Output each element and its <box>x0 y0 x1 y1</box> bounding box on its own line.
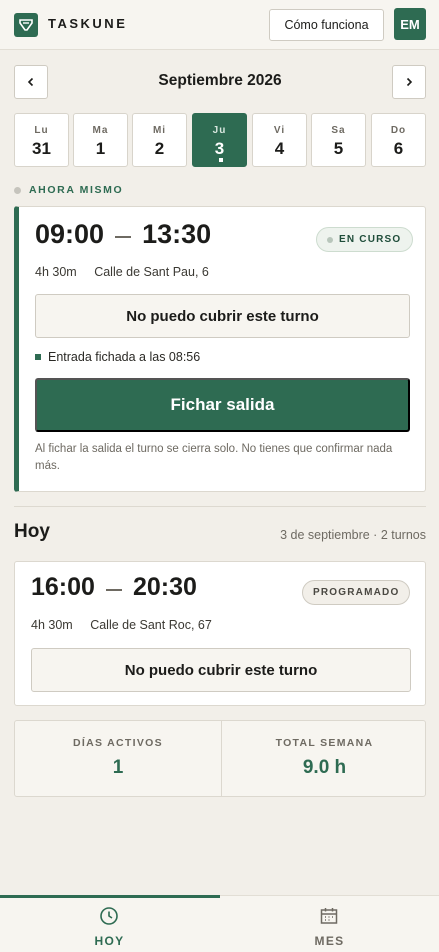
shift-end-time: 13:30 <box>142 219 212 249</box>
day-button-mi[interactable]: Mi 2 <box>132 113 187 167</box>
day-date: 3 <box>214 139 225 158</box>
day-name: Ju <box>212 125 227 136</box>
day-name: Ma <box>92 125 109 136</box>
shift-end-time: 20:30 <box>132 573 197 601</box>
status-badge: PROGRAMADO <box>302 580 411 605</box>
week-total-stat: TOTAL SEMANA 9.0 h <box>221 721 427 796</box>
active-days-value: 1 <box>112 757 124 778</box>
day-name: Mi <box>152 125 167 136</box>
day-date: 1 <box>95 139 106 158</box>
shift-time-range: 16:00 20:30 <box>31 573 197 602</box>
today-title: Hoy <box>14 521 50 542</box>
prev-week-button[interactable] <box>14 65 48 99</box>
clock-out-note: Al fichar la salida el turno se cierra s… <box>35 443 393 472</box>
day-date: 4 <box>274 139 285 158</box>
day-button-vi[interactable]: Vi 4 <box>252 113 307 167</box>
shift-duration: 4h 30m <box>35 265 77 279</box>
day-name: Do <box>390 125 407 136</box>
status-badge: EN CURSO <box>316 227 414 252</box>
active-days-stat: DÍAS ACTIVOS 1 <box>15 721 221 796</box>
day-date: 2 <box>154 139 165 158</box>
day-date: 31 <box>32 139 51 158</box>
month-title: Septiembre 2026 <box>158 72 282 89</box>
avatar[interactable]: EM <box>394 8 426 40</box>
cant-cover-shift-button[interactable]: No puedo cubrir este turno <box>31 648 411 692</box>
bottom-tab-bar: HOY MES <box>0 895 439 952</box>
day-name: Sa <box>331 125 346 136</box>
shift-meta: 4h 30m Calle de Sant Pau, 6 <box>35 265 209 279</box>
scheduled-shift-card: 16:00 20:30 PROGRAMADO 4h 30m Calle de S… <box>14 561 426 706</box>
shift-location: Calle de Sant Pau, 6 <box>94 265 209 279</box>
chevron-right-icon <box>406 77 413 87</box>
chevron-left-icon <box>27 77 34 87</box>
clock-out-button[interactable]: Fichar salida <box>35 378 410 432</box>
now-label-text: AHORA MISMO <box>29 184 124 196</box>
day-date: 6 <box>393 139 404 158</box>
dot-icon <box>14 186 21 194</box>
logo-icon <box>14 13 38 37</box>
week-total-label: TOTAL SEMANA <box>275 737 374 749</box>
tab-month-label: MES <box>314 934 345 948</box>
now-section-label: AHORA MISMO <box>14 183 123 197</box>
today-meta: 3 de septiembre · 2 turnos <box>280 528 426 542</box>
shift-meta: 4h 30m Calle de Sant Roc, 67 <box>31 618 212 632</box>
has-shift-indicator <box>219 158 223 162</box>
shift-duration: 4h 30m <box>31 618 73 632</box>
day-button-sa[interactable]: Sa 5 <box>311 113 366 167</box>
week-total-value: 9.0 h <box>302 757 347 778</box>
day-button-do[interactable]: Do 6 <box>371 113 426 167</box>
day-name: Lu <box>34 125 49 136</box>
square-bullet-icon <box>35 354 41 360</box>
checkin-status: Entrada fichada a las 08:56 <box>35 350 200 364</box>
how-it-works-button[interactable]: Cómo funciona <box>269 9 384 41</box>
tab-today-label: HOY <box>94 934 125 948</box>
active-days-label: DÍAS ACTIVOS <box>73 737 163 749</box>
checkin-text: Entrada fichada a las 08:56 <box>48 350 201 364</box>
clock-icon <box>100 907 118 925</box>
day-button-lu[interactable]: Lu 31 <box>14 113 69 167</box>
cant-cover-shift-button[interactable]: No puedo cubrir este turno <box>35 294 410 338</box>
status-dot-icon <box>327 236 333 243</box>
dash-separator <box>115 236 132 238</box>
day-date: 5 <box>333 139 344 158</box>
current-shift-card: 09:00 13:30 EN CURSO 4h 30m Calle de San… <box>14 206 426 492</box>
week-day-strip: Lu 31 Ma 1 Mi 2 Ju 3 Vi 4 Sa 5 Do 6 <box>14 113 426 167</box>
active-tab-indicator <box>0 895 220 898</box>
tab-today[interactable]: HOY <box>0 895 220 952</box>
section-divider <box>14 506 426 507</box>
shift-start-time: 16:00 <box>31 573 95 601</box>
day-button-ma[interactable]: Ma 1 <box>73 113 128 167</box>
day-button-ju[interactable]: Ju 3 <box>192 113 247 167</box>
brand-name: TASKUNE <box>48 16 128 31</box>
dash-separator <box>105 589 122 591</box>
day-name: Vi <box>273 125 286 136</box>
shift-time-range: 09:00 13:30 <box>35 219 211 250</box>
calendar-icon <box>320 908 338 924</box>
tab-month[interactable]: MES <box>220 896 439 952</box>
shift-location: Calle de Sant Roc, 67 <box>90 618 212 632</box>
shift-start-time: 09:00 <box>35 219 105 249</box>
stats-panel: DÍAS ACTIVOS 1 TOTAL SEMANA 9.0 h <box>14 720 426 797</box>
app-header: TASKUNE Cómo funciona EM <box>0 0 439 50</box>
next-week-button[interactable] <box>392 65 426 99</box>
status-badge-label: EN CURSO <box>339 234 402 245</box>
